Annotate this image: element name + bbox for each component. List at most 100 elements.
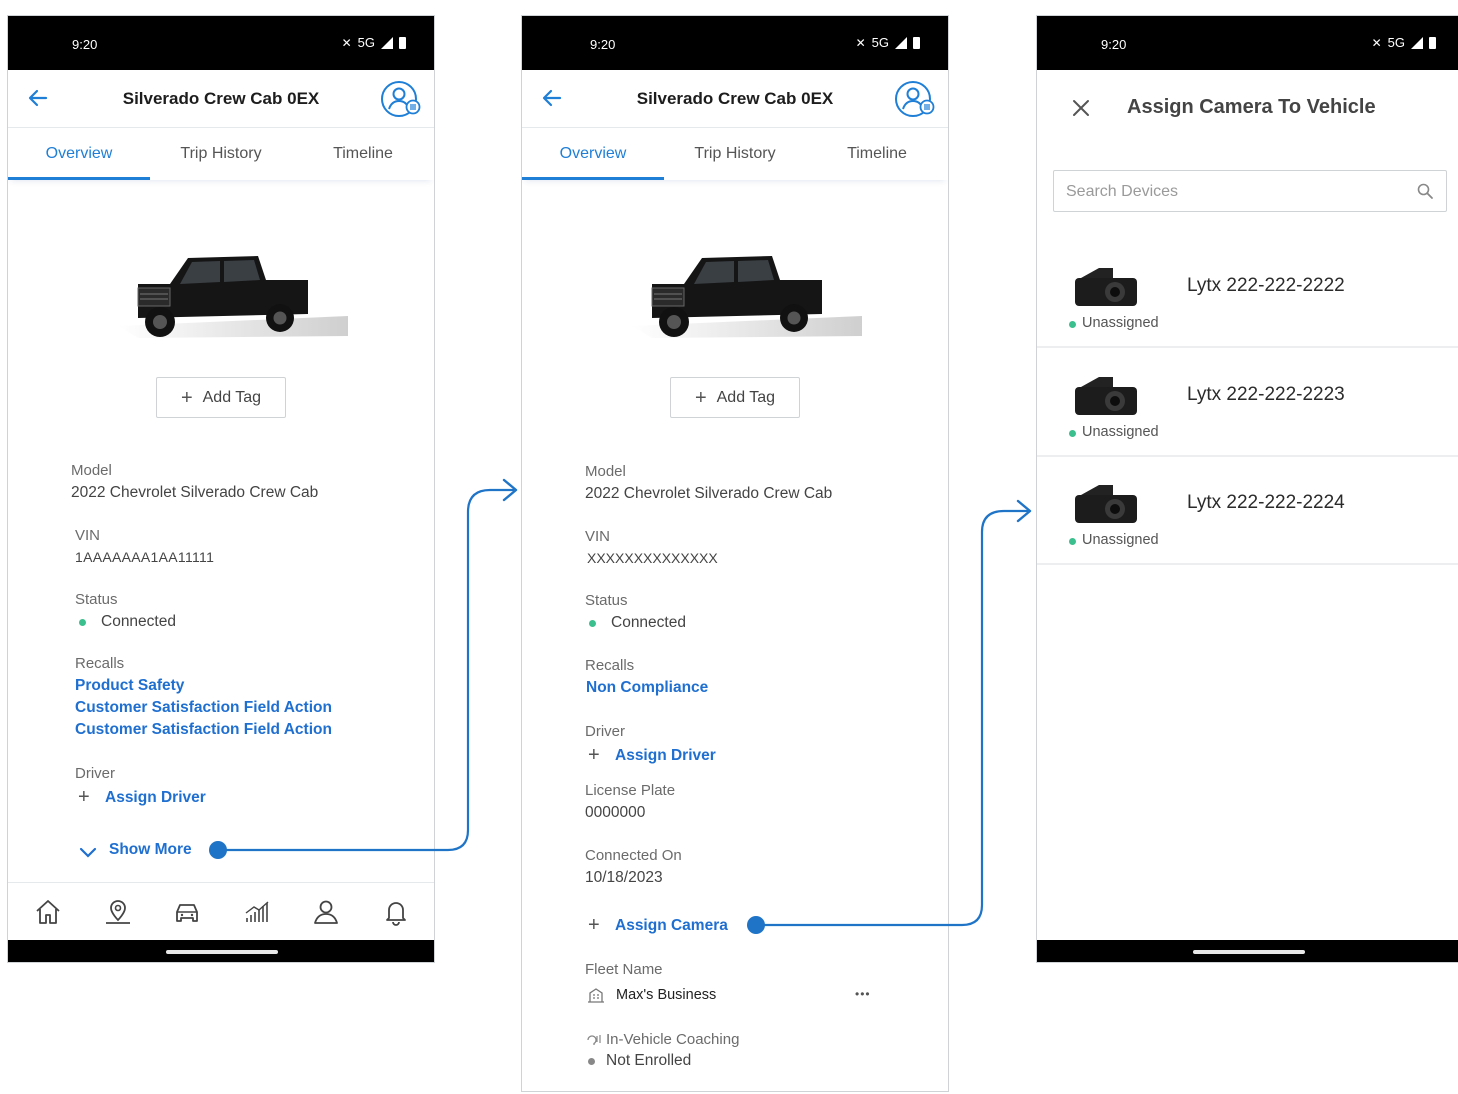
page-title: Silverado Crew Cab 0EX [122,89,320,108]
fleet-name-label: Fleet Name [585,961,663,978]
fleet-name-value: Max's Business [616,987,717,1003]
building-icon [588,988,604,1003]
tab-overview[interactable]: Overview [8,145,150,163]
system-home-bar [1037,940,1458,962]
plus-icon: + [180,386,193,409]
tab-overview[interactable]: Overview [522,145,664,163]
connected-on-label: Connected On [585,847,682,864]
search-icon[interactable] [1416,182,1434,200]
user-account-icon[interactable] [380,80,422,118]
status-icons: ✕ 5G [856,35,920,50]
show-more-link[interactable]: Show More [109,841,192,859]
recalls-label: Recalls [585,657,635,674]
device-status: Unassigned [1082,532,1159,548]
status-time: 9:20 [72,37,98,52]
add-tag-button[interactable]: + Add Tag [670,377,800,418]
system-home-bar [8,940,434,962]
vin-value: XXXXXXXXXXXXXX [587,550,718,566]
mute-icon: ✕ [1371,35,1382,50]
not-enrolled-dot-icon [588,1058,595,1065]
tab-timeline[interactable]: Timeline [806,145,948,163]
search-placeholder: Search Devices [1066,183,1179,200]
dash-camera-icon [1075,377,1137,415]
plus-icon: + [78,786,90,808]
assign-driver-link[interactable]: Assign Driver [615,747,716,765]
model-value: 2022 Chevrolet Silverado Crew Cab [585,485,833,502]
tab-timeline[interactable]: Timeline [292,145,434,163]
status-icons: ✕ 5G [1372,35,1436,50]
in-vehicle-coaching-label: In-Vehicle Coaching [606,1031,740,1048]
license-plate-value: 0000000 [585,804,646,821]
recall-link-1[interactable]: Product Safety [75,677,184,695]
model-value: 2022 Chevrolet Silverado Crew Cab [71,484,319,501]
status-value: Connected [611,614,686,631]
profile-icon[interactable] [311,897,341,927]
assign-camera-link[interactable]: Assign Camera [615,917,728,935]
recall-link-3[interactable]: Customer Satisfaction Field Action [75,721,332,739]
vehicle-overview-expanded-screen: 9:20 ✕ 5G Silverado Crew Cab 0EX Overvie… [521,15,949,1092]
add-tag-button[interactable]: + Add Tag [156,377,286,418]
app-bar: Silverado Crew Cab 0EX [522,70,948,128]
network-label: 5G [871,35,889,50]
device-list-item[interactable]: Lytx 222-222-2222 Unassigned [1037,240,1458,348]
connected-on-value: 10/18/2023 [585,869,663,886]
mute-icon: ✕ [855,35,866,50]
device-list-item[interactable]: Lytx 222-222-2224 Unassigned [1037,457,1458,565]
connected-dot-icon [589,620,596,627]
active-tab-indicator [522,177,664,180]
user-account-icon[interactable] [894,80,936,118]
map-pin-icon[interactable] [103,897,133,927]
dash-camera-icon [1075,268,1137,306]
model-label: Model [71,462,112,479]
status-dot-icon [1069,430,1076,437]
status-dot-icon [1069,321,1076,328]
vehicle-image [118,256,348,338]
tab-bar: Overview Trip History Timeline [8,128,434,180]
status-bar: 9:20 ✕ 5G [522,16,948,70]
recalls-label: Recalls [75,655,125,672]
device-status: Unassigned [1082,315,1159,331]
coaching-status-value: Not Enrolled [606,1052,692,1069]
vin-value: 1AAAAAAA1AA11111 [75,549,215,565]
close-icon[interactable] [1071,98,1091,118]
bell-icon[interactable] [381,897,411,927]
status-time: 9:20 [1101,37,1127,52]
model-label: Model [585,463,626,480]
add-tag-label: Add Tag [716,388,776,406]
car-icon[interactable] [172,897,202,927]
device-name: Lytx 222-222-2224 [1187,492,1345,513]
assign-driver-link[interactable]: Assign Driver [105,789,206,807]
chart-icon[interactable] [242,897,272,927]
home-indicator[interactable] [166,950,278,954]
device-list-item[interactable]: Lytx 222-222-2223 Unassigned [1037,349,1458,457]
signal-icon [381,36,393,49]
device-name: Lytx 222-222-2223 [1187,384,1345,405]
status-time: 9:20 [590,37,616,52]
plus-icon: + [588,744,600,766]
home-indicator[interactable] [1193,950,1305,954]
signal-icon [895,36,907,49]
vin-label: VIN [75,527,101,544]
app-bar: Silverado Crew Cab 0EX [8,70,434,128]
chevron-down-icon[interactable] [79,846,97,858]
vehicle-overview-screen: 9:20 ✕ 5G Silverado Crew Cab 0EX Overvie… [7,15,435,963]
tab-trip-history[interactable]: Trip History [150,145,292,163]
more-options-icon[interactable]: ••• [855,987,871,1001]
recall-link-1[interactable]: Non Compliance [586,679,708,697]
plus-icon: + [588,914,600,936]
mute-icon: ✕ [341,35,352,50]
tab-trip-history[interactable]: Trip History [664,145,806,163]
device-status: Unassigned [1082,424,1159,440]
tab-bar: Overview Trip History Timeline [522,128,948,180]
status-value: Connected [101,613,176,630]
page-title: Silverado Crew Cab 0EX [636,89,834,108]
status-bar: 9:20 ✕ 5G [1037,16,1458,70]
recall-link-2[interactable]: Customer Satisfaction Field Action [75,699,332,717]
search-devices-input[interactable]: Search Devices [1053,170,1447,212]
status-bar: 9:20 ✕ 5G [8,16,434,70]
license-plate-label: License Plate [585,782,676,799]
status-label: Status [75,591,118,608]
assign-camera-screen: 9:20 ✕ 5G Assign Camera To Vehicle Searc… [1036,15,1458,963]
plus-icon: + [694,386,707,409]
home-icon[interactable] [33,897,63,927]
